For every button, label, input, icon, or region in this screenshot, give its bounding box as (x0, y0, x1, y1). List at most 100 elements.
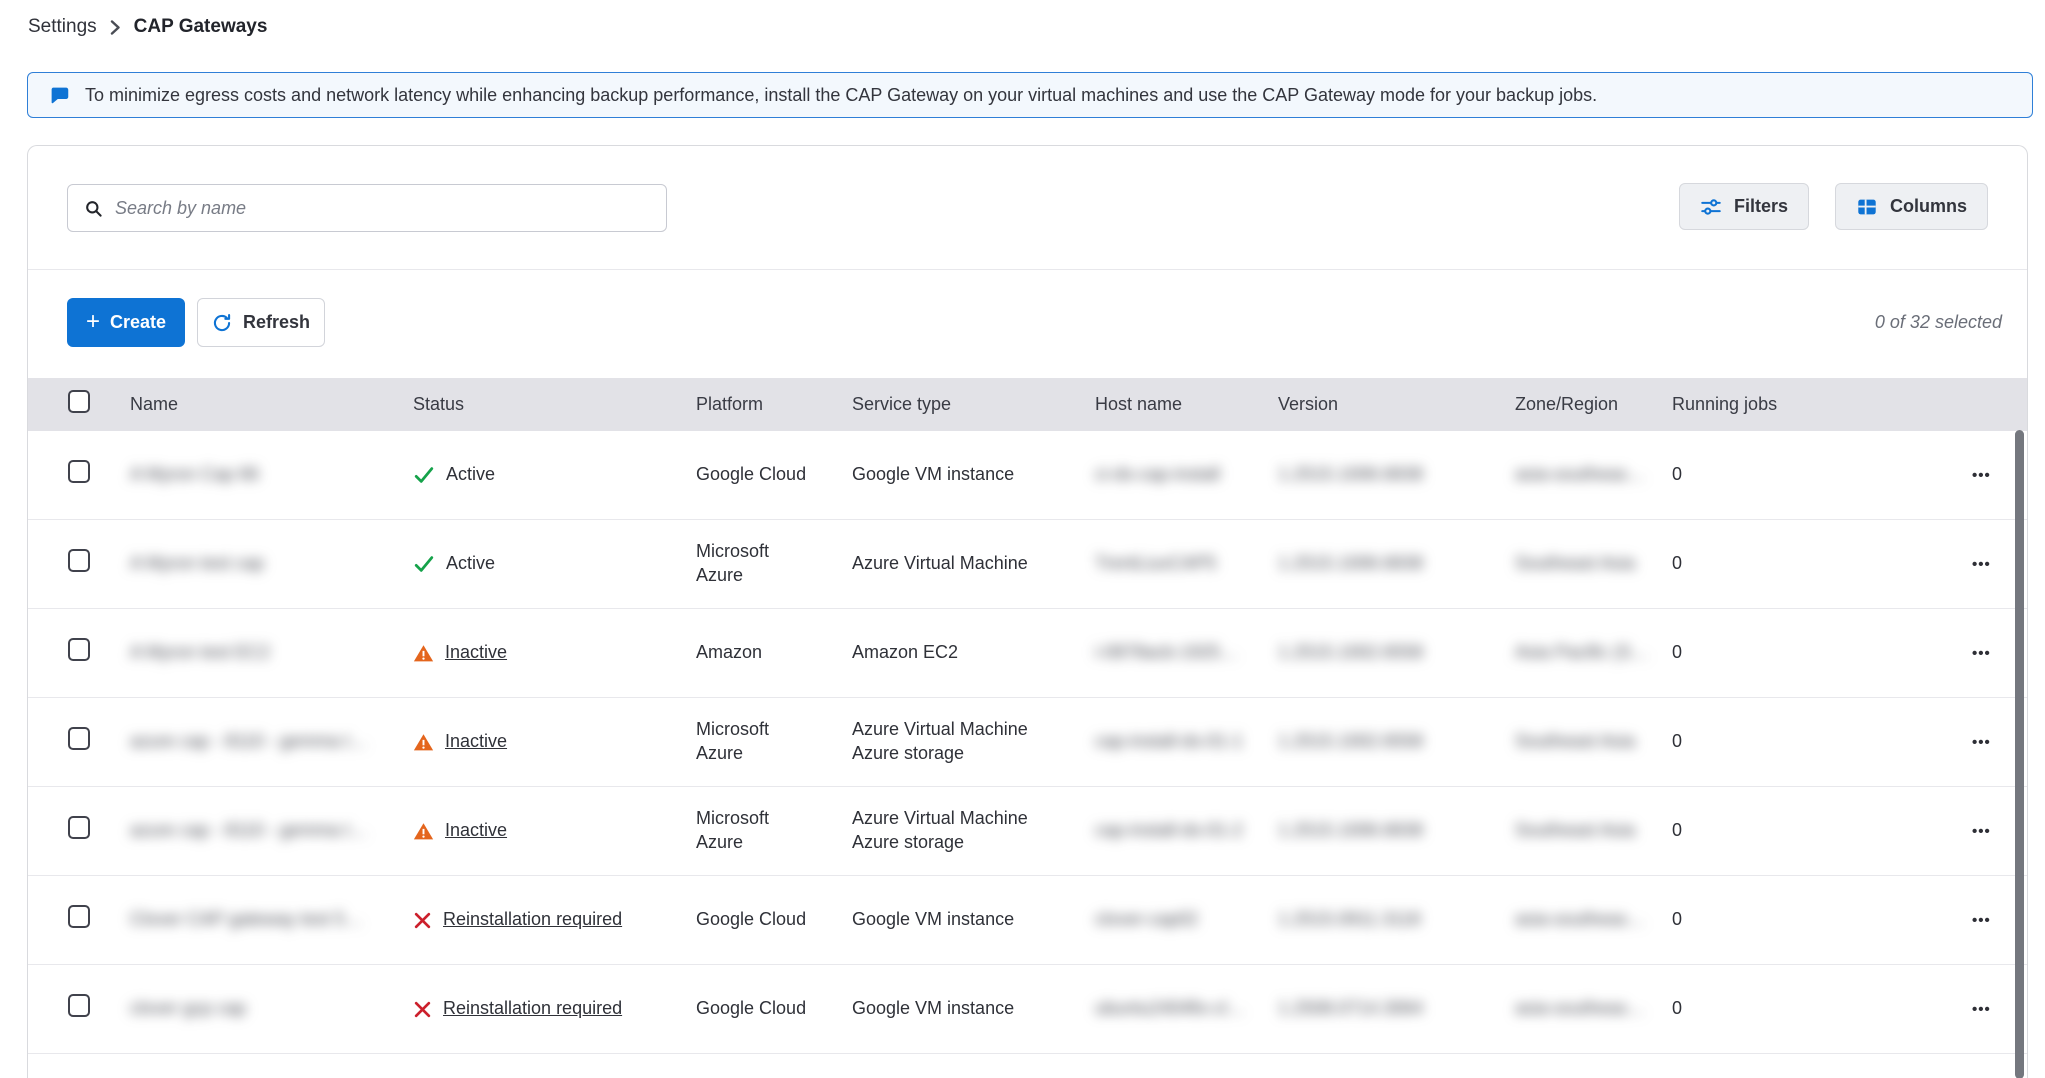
version: 1.2515.1006.6838 (1278, 819, 1515, 843)
col-platform: Platform (696, 393, 852, 417)
refresh-icon (212, 313, 232, 333)
running-jobs: 0 (1672, 463, 1932, 487)
row-menu-button[interactable]: ••• (1972, 734, 1991, 751)
host-name: ci-ds-cap-install (1095, 463, 1278, 487)
filters-button[interactable]: Filters (1679, 183, 1809, 230)
host-name: clover-cap02 (1095, 908, 1278, 932)
col-name: Name (130, 393, 413, 417)
status-cell: Active (413, 552, 696, 576)
row-menu-button[interactable]: ••• (1972, 645, 1991, 662)
zone-region: asia-southeas… (1515, 997, 1672, 1021)
zone-region: Southeast Asia (1515, 552, 1672, 576)
select-all-checkbox[interactable] (68, 390, 90, 413)
col-zone-region: Zone/Region (1515, 393, 1672, 417)
version: 1.2515.1006.6838 (1278, 463, 1515, 487)
gateway-name: Clover CAP gateway test 5… (130, 908, 413, 932)
zone-region: asia-southeas… (1515, 463, 1672, 487)
host-name: cap-install-ds-01-2 (1095, 819, 1278, 843)
status-link[interactable]: Inactive (445, 730, 507, 754)
platform: Microsoft Azure (696, 540, 852, 588)
row-checkbox[interactable] (68, 994, 90, 1017)
status-link[interactable]: Inactive (445, 641, 507, 665)
create-button[interactable]: + Create (67, 298, 185, 347)
warning-icon (413, 732, 434, 753)
row-checkbox[interactable] (68, 816, 90, 839)
page-title: CAP Gateways (134, 16, 268, 38)
table-header: Name Status Platform Service type Host n… (28, 378, 2027, 431)
version: 1.2515.1002.6558 (1278, 641, 1515, 665)
zone-region: asia-southeas… (1515, 908, 1672, 932)
status-cell: Reinstallation required (413, 997, 696, 1021)
running-jobs: 0 (1672, 730, 1932, 754)
status-cell: Inactive (413, 819, 696, 843)
error-icon (413, 911, 432, 930)
version: 1.2515.1002.6558 (1278, 730, 1515, 754)
columns-label: Columns (1890, 196, 1967, 217)
status-link[interactable]: Reinstallation required (443, 908, 622, 932)
error-icon (413, 1000, 432, 1019)
warning-icon (413, 821, 434, 842)
host-name: cap-install-ds-01-1 (1095, 730, 1278, 754)
service-type: Azure Virtual Machine Azure storage (852, 718, 1095, 766)
search-icon (84, 199, 103, 218)
filters-label: Filters (1734, 196, 1788, 217)
status-link[interactable]: Inactive (445, 819, 507, 843)
running-jobs: 0 (1672, 552, 1932, 576)
service-type: Azure Virtual Machine (852, 552, 1095, 576)
service-type: Amazon EC2 (852, 641, 1095, 665)
filters-icon (1700, 196, 1722, 218)
row-checkbox[interactable] (68, 905, 90, 928)
banner-text: To minimize egress costs and network lat… (85, 85, 1597, 106)
row-menu-button[interactable]: ••• (1972, 912, 1991, 929)
host-name: TrentLiuxCAP5 (1095, 552, 1278, 576)
row-checkbox[interactable] (68, 460, 90, 483)
table-row: azure cap - 8110 - gemma t… Inactive Mic… (28, 787, 2027, 876)
toolbar-divider (28, 269, 2027, 270)
col-host-name: Host name (1095, 393, 1278, 417)
gateway-name: A Myron Cap 66 (130, 463, 413, 487)
service-type: Google VM instance (852, 463, 1095, 487)
info-banner: To minimize egress costs and network lat… (27, 72, 2033, 118)
host-name: ubuntu2404fix-cl… (1095, 997, 1278, 1021)
running-jobs: 0 (1672, 997, 1932, 1021)
gateway-name: azure cap - 8110 - gemma t… (130, 819, 413, 843)
vertical-scrollbar[interactable] (2015, 430, 2024, 1078)
host-name: i-0878acb-1925… (1095, 641, 1278, 665)
zone-region: Southeast Asia (1515, 819, 1672, 843)
status-cell: Reinstallation required (413, 908, 696, 932)
check-icon (413, 464, 435, 486)
search-input[interactable] (115, 198, 650, 219)
refresh-button[interactable]: Refresh (197, 298, 325, 347)
breadcrumb-settings-link[interactable]: Settings (28, 16, 97, 38)
gateways-panel: Filters Columns + Create Refresh 0 of 32… (27, 145, 2028, 1078)
status-label: Active (446, 552, 495, 576)
row-menu-button[interactable]: ••• (1972, 1001, 1991, 1018)
zone-region: Asia Pacific (S… (1515, 641, 1672, 665)
row-menu-button[interactable]: ••• (1972, 556, 1991, 573)
plus-icon: + (86, 310, 100, 334)
gateways-table: Name Status Platform Service type Host n… (28, 378, 2027, 1054)
version: 1.2515.1006.6838 (1278, 552, 1515, 576)
running-jobs: 0 (1672, 641, 1932, 665)
status-link[interactable]: Reinstallation required (443, 997, 622, 1021)
status-label: Active (446, 463, 495, 487)
refresh-label: Refresh (243, 312, 310, 333)
col-status: Status (413, 393, 696, 417)
row-menu-button[interactable]: ••• (1972, 823, 1991, 840)
status-cell: Active (413, 463, 696, 487)
table-row: A Myron test EC2 Inactive Amazon Amazon … (28, 609, 2027, 698)
columns-button[interactable]: Columns (1835, 183, 1988, 230)
row-checkbox[interactable] (68, 638, 90, 661)
row-checkbox[interactable] (68, 727, 90, 750)
running-jobs: 0 (1672, 908, 1932, 932)
chevron-right-icon (109, 20, 122, 35)
row-menu-button[interactable]: ••• (1972, 467, 1991, 484)
platform: Google Cloud (696, 997, 852, 1021)
row-checkbox[interactable] (68, 549, 90, 572)
col-version: Version (1278, 393, 1515, 417)
version: 1.2515.0911.3118 (1278, 908, 1515, 932)
gateway-name: azure cap - 8110 - gemma t… (130, 730, 413, 754)
table-row: A Myron Cap 66 Active Google Cloud Googl… (28, 431, 2027, 520)
service-type: Google VM instance (852, 908, 1095, 932)
status-cell: Inactive (413, 641, 696, 665)
